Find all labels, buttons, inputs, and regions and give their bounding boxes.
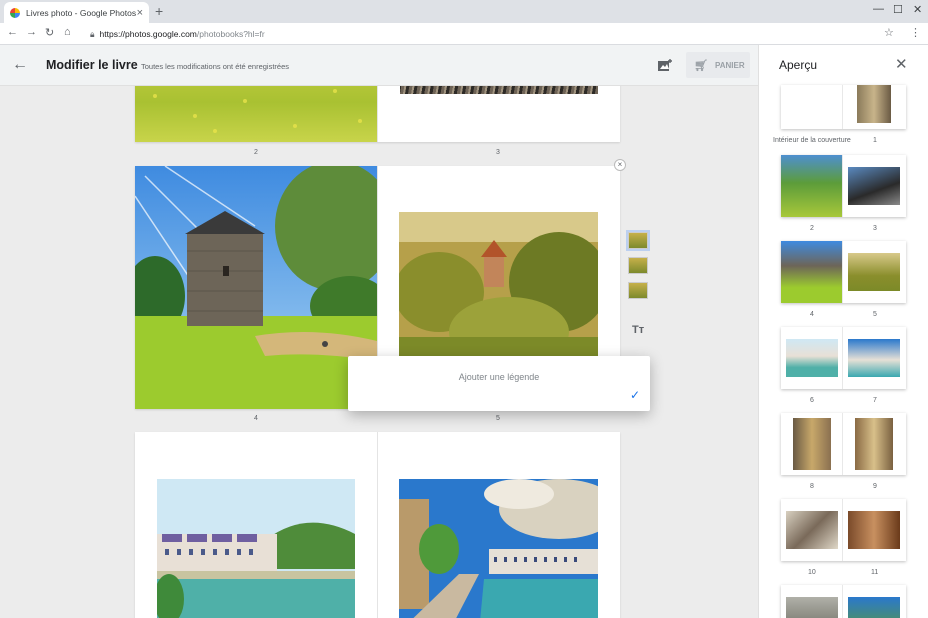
preview-page-number: 3	[873, 225, 877, 232]
preview-page-number: 2	[810, 225, 814, 232]
preview-page-11	[843, 499, 905, 561]
back-icon[interactable]: ←	[7, 26, 18, 38]
url-field[interactable]: 🔒︎ https://photos.google.com/photobooks?h…	[90, 29, 265, 40]
book-editor-canvas: 2 3 4 5 × Tт Ajouter une légende ✓	[0, 86, 758, 618]
preview-panel: Aperçu ✕ Intérieur de la couverture 1 2 …	[758, 45, 928, 618]
photo-tower-park[interactable]	[135, 166, 377, 409]
google-photos-favicon-icon	[10, 7, 20, 18]
preview-page-number: 10	[808, 569, 816, 576]
photo-autumn-village[interactable]	[399, 212, 598, 358]
preview-spread-8-9[interactable]	[781, 413, 906, 475]
preview-page-4	[781, 241, 843, 303]
lock-icon: 🔒︎	[90, 29, 95, 39]
url-host: https://photos.google.com	[99, 29, 197, 39]
preview-page-7	[843, 327, 905, 389]
text-format-icon[interactable]: Tт	[632, 324, 644, 336]
page-7[interactable]	[378, 432, 620, 618]
layout-picker	[626, 230, 650, 307]
spread-pages-2-3	[135, 86, 620, 142]
reload-icon[interactable]: ↻	[45, 26, 54, 39]
preview-spread-12-13[interactable]	[781, 585, 906, 618]
app-header: ← Modifier le livre Toutes les modificat…	[0, 45, 758, 86]
cart-icon: 🛒︎	[694, 59, 708, 72]
preview-cover-inside	[781, 85, 843, 129]
preview-page-number: 11	[871, 569, 879, 576]
star-icon[interactable]: ☆	[884, 26, 894, 39]
caption-popup: Ajouter une légende ✓	[348, 356, 650, 411]
preview-page-number: 7	[873, 397, 877, 404]
preview-page-6	[781, 327, 843, 389]
photo-dark-wood[interactable]	[400, 86, 598, 94]
close-preview-icon[interactable]: ✕	[895, 55, 908, 73]
photo-riverside-town[interactable]	[157, 479, 355, 618]
cart-button[interactable]: 🛒︎ PANIER	[686, 52, 750, 78]
url-path: /photobooks?hl=fr	[196, 29, 265, 39]
window-close-icon[interactable]: ✕	[913, 3, 922, 16]
preview-cover-label: Intérieur de la couverture	[773, 137, 851, 144]
spread-pages-6-7	[135, 432, 620, 618]
browser-tab[interactable]: Livres photo - Google Photos ×	[4, 2, 149, 23]
caption-input[interactable]: Ajouter une légende	[348, 372, 650, 382]
preview-page-9	[843, 413, 905, 475]
preview-page-12	[781, 585, 843, 618]
preview-page-number: 4	[810, 311, 814, 318]
preview-page-1	[843, 85, 905, 129]
preview-page-number: 5	[873, 311, 877, 318]
forward-icon[interactable]: →	[26, 26, 37, 38]
add-photo-icon[interactable]	[658, 58, 672, 71]
preview-spread-2-3[interactable]	[781, 155, 906, 217]
preview-spread-10-11[interactable]	[781, 499, 906, 561]
new-tab-button[interactable]: +	[155, 3, 163, 19]
photo-meadow[interactable]	[135, 86, 377, 142]
maximize-icon[interactable]: ☐	[893, 3, 903, 16]
preview-spread-4-5[interactable]	[781, 241, 906, 303]
confirm-check-icon[interactable]: ✓	[630, 388, 640, 402]
home-icon[interactable]: ⌂	[64, 26, 71, 38]
close-layout-icon[interactable]: ×	[614, 159, 626, 171]
back-arrow-icon[interactable]: ←	[12, 56, 28, 74]
preview-page-number: 1	[873, 137, 877, 144]
preview-page-8	[781, 413, 843, 475]
preview-title: Aperçu	[779, 58, 818, 72]
page-number: 5	[496, 415, 500, 422]
preview-page-2	[781, 155, 843, 217]
preview-page-5	[843, 241, 905, 303]
layout-option-1[interactable]	[626, 230, 650, 251]
page-4[interactable]	[135, 166, 377, 409]
tab-title: Livres photo - Google Photos	[26, 7, 137, 18]
page-2[interactable]	[135, 86, 377, 142]
preview-page-number: 9	[873, 483, 877, 490]
save-status: Toutes les modifications ont été enregis…	[141, 62, 289, 71]
preview-spread-6-7[interactable]	[781, 327, 906, 389]
preview-page-10	[781, 499, 843, 561]
preview-cover-spread[interactable]	[781, 85, 906, 129]
page-6[interactable]	[135, 432, 377, 618]
layout-option-3[interactable]	[628, 282, 648, 299]
preview-page-number: 8	[810, 483, 814, 490]
browser-tab-strip: Livres photo - Google Photos × + — ☐ ✕	[0, 0, 928, 23]
minimize-icon[interactable]: —	[873, 3, 884, 15]
layout-option-2[interactable]	[628, 257, 648, 274]
page-number: 2	[254, 149, 258, 156]
preview-page-3	[843, 155, 905, 217]
page-title: Modifier le livre	[46, 58, 138, 72]
cart-label: PANIER	[714, 60, 745, 70]
preview-page-13	[843, 585, 905, 618]
page-3[interactable]	[378, 86, 620, 142]
page-number: 3	[496, 149, 500, 156]
menu-icon[interactable]: ⋮	[910, 26, 921, 39]
preview-page-number: 6	[810, 397, 814, 404]
page-number: 4	[254, 415, 258, 422]
photo-quay-promenade[interactable]	[399, 479, 598, 618]
tab-close-icon[interactable]: ×	[137, 7, 143, 19]
address-bar: ← → ↻ ⌂ 🔒︎ https://photos.google.com/phot…	[0, 23, 928, 45]
